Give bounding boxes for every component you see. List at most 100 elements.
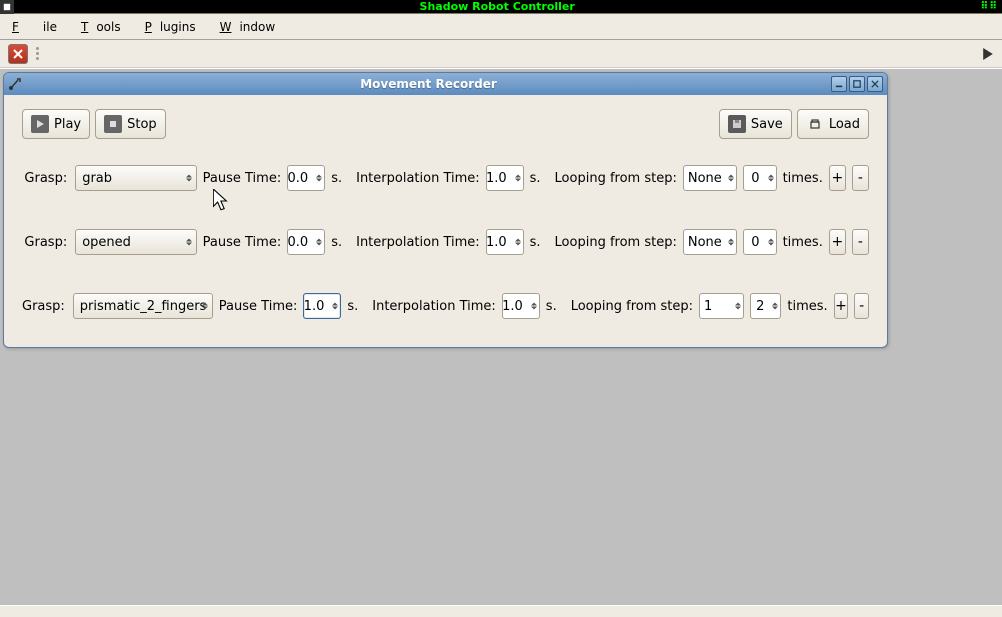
app-icon (0, 0, 14, 14)
loop-from-value: None (688, 235, 722, 250)
add-step-button[interactable]: + (829, 229, 846, 255)
add-step-button[interactable]: + (829, 165, 846, 191)
menu-tools[interactable]: Tools (73, 17, 137, 37)
stop-icon (104, 115, 122, 133)
interpolation-time-label: Interpolation Time: (356, 171, 480, 186)
times-suffix: times. (783, 171, 823, 186)
load-button-label: Load (829, 117, 860, 132)
menu-plugins-text: lugins (152, 17, 204, 37)
main-toolbar (0, 40, 1002, 68)
loop-from-value: 1 (704, 299, 712, 314)
step-row: Grasp: grab Pause Time: 0.0 s. Interpola… (22, 165, 869, 191)
play-toolbar-icon[interactable] (982, 48, 994, 60)
interpolation-time-spin[interactable]: 1.0 (486, 165, 524, 191)
loop-from-spin[interactable]: None (683, 229, 737, 255)
pause-time-value: 1.0 (304, 299, 325, 314)
save-button[interactable]: Save (719, 109, 792, 139)
mdi-area: Movement Recorder (0, 68, 1002, 605)
seconds-unit: s. (331, 171, 342, 186)
maximize-button[interactable] (849, 76, 865, 92)
action-button-row: Play Stop Save (22, 109, 869, 139)
pause-time-spin[interactable]: 1.0 (303, 293, 341, 319)
add-step-button[interactable]: + (834, 293, 849, 319)
step-row: Grasp: opened Pause Time: 0.0 s. Interpo… (22, 229, 869, 255)
menu-window-text: indow (231, 17, 283, 37)
loop-times-value: 0 (751, 171, 759, 186)
interpolation-time-label: Interpolation Time: (372, 299, 496, 314)
menu-file[interactable]: File (4, 17, 73, 37)
save-button-label: Save (751, 117, 783, 132)
load-button[interactable]: Load (797, 109, 869, 139)
interpolation-time-value: 1.0 (486, 235, 507, 250)
save-icon (728, 115, 746, 133)
grasp-label: Grasp: (22, 171, 67, 186)
times-suffix: times. (787, 299, 827, 314)
seconds-unit: s. (530, 235, 541, 250)
loop-times-value: 2 (756, 299, 764, 314)
loop-from-spin[interactable]: 1 (699, 293, 744, 319)
seconds-unit: s. (347, 299, 358, 314)
seconds-unit: s. (546, 299, 557, 314)
internal-titlebar[interactable]: Movement Recorder (4, 73, 887, 95)
app-window: File Tools Plugins Window Movement Recor… (0, 14, 1002, 617)
remove-step-button[interactable]: - (852, 229, 869, 255)
remove-step-button[interactable]: - (854, 293, 869, 319)
looping-from-label: Looping from step: (571, 299, 693, 314)
menu-tools-text: ools (88, 17, 128, 37)
internal-body: Play Stop Save (4, 95, 887, 347)
menubar: File Tools Plugins Window (0, 14, 1002, 40)
desktop-title: Shadow Robot Controller (14, 0, 980, 13)
interpolation-time-label: Interpolation Time: (356, 235, 480, 250)
minimize-button[interactable] (831, 76, 847, 92)
step-row: Grasp: prismatic_2_fingers Pause Time: 1… (22, 293, 869, 319)
grasp-combo[interactable]: opened (75, 229, 196, 255)
menu-file-text: ile (35, 17, 65, 37)
interpolation-time-spin[interactable]: 1.0 (502, 293, 540, 319)
pause-time-label: Pause Time: (203, 171, 282, 186)
remove-step-button[interactable]: - (852, 165, 869, 191)
grasp-label: Grasp: (22, 235, 67, 250)
stop-button[interactable]: Stop (95, 109, 166, 139)
times-suffix: times. (783, 235, 823, 250)
window-controls-hint: ⠿⠿ (980, 1, 1002, 12)
loop-times-spin[interactable]: 0 (743, 229, 777, 255)
menu-plugins[interactable]: Plugins (137, 17, 212, 37)
menu-window[interactable]: Window (212, 17, 292, 37)
grasp-combo-value: prismatic_2_fingers (80, 299, 207, 314)
looping-from-label: Looping from step: (555, 171, 677, 186)
looping-from-label: Looping from step: (555, 235, 677, 250)
stop-button-label: Stop (127, 117, 157, 132)
seconds-unit: s. (331, 235, 342, 250)
steps-container: Grasp: grab Pause Time: 0.0 s. Interpola… (22, 165, 869, 319)
toolbar-drag-handle[interactable] (36, 47, 46, 60)
close-window-button[interactable] (867, 76, 883, 92)
interpolation-time-spin[interactable]: 1.0 (486, 229, 524, 255)
loop-times-value: 0 (751, 235, 759, 250)
play-button-label: Play (54, 117, 81, 132)
pause-time-label: Pause Time: (203, 235, 282, 250)
loop-times-spin[interactable]: 2 (750, 293, 782, 319)
grasp-combo-value: opened (82, 235, 131, 250)
grasp-combo-value: grab (82, 171, 112, 186)
window-system-icon (8, 77, 22, 91)
loop-from-spin[interactable]: None (683, 165, 737, 191)
grasp-label: Grasp: (22, 299, 65, 314)
loop-times-spin[interactable]: 0 (743, 165, 777, 191)
interpolation-time-value: 1.0 (502, 299, 523, 314)
play-icon (31, 115, 49, 133)
grasp-combo[interactable]: prismatic_2_fingers (73, 293, 213, 319)
internal-window-title: Movement Recorder (26, 77, 831, 91)
play-button[interactable]: Play (22, 109, 90, 139)
pause-time-label: Pause Time: (219, 299, 298, 314)
close-panel-button[interactable] (8, 44, 28, 64)
desktop-titlebar: Shadow Robot Controller ⠿⠿ (0, 0, 1002, 14)
interpolation-time-value: 1.0 (486, 171, 507, 186)
statusbar (0, 605, 1002, 617)
load-icon (806, 115, 824, 133)
pause-time-value: 0.0 (288, 171, 309, 186)
grasp-combo[interactable]: grab (75, 165, 196, 191)
pause-time-spin[interactable]: 0.0 (287, 165, 325, 191)
movement-recorder-window: Movement Recorder (3, 72, 888, 348)
pause-time-spin[interactable]: 0.0 (287, 229, 325, 255)
loop-from-value: None (688, 171, 722, 186)
